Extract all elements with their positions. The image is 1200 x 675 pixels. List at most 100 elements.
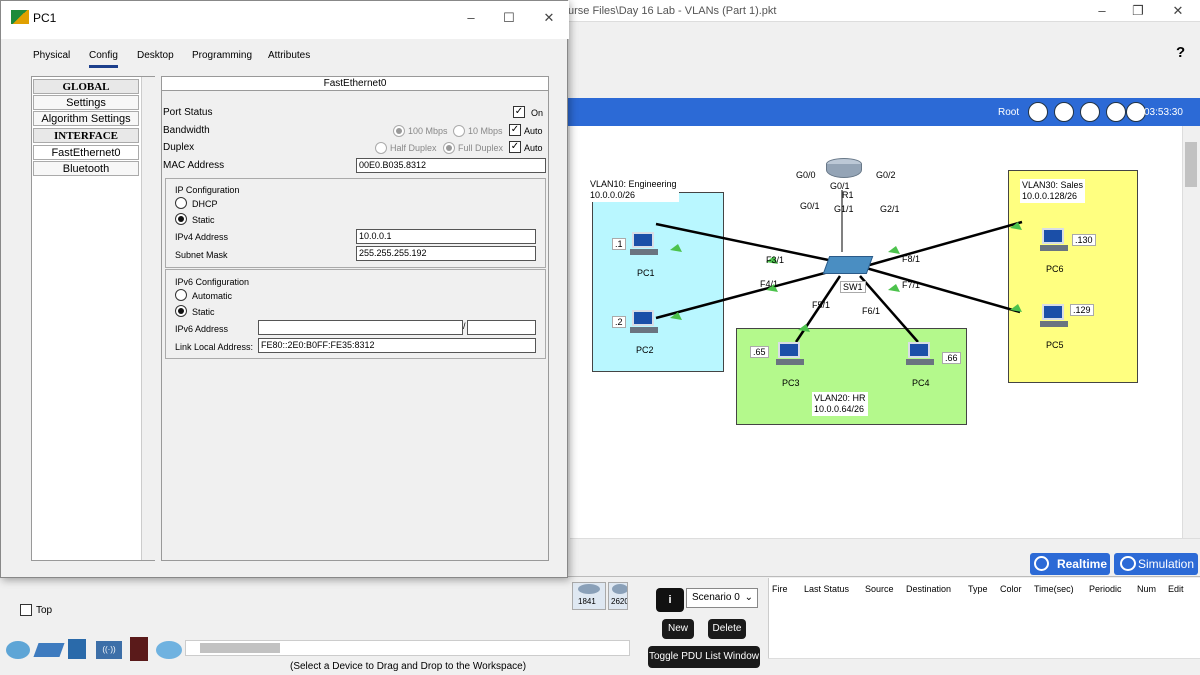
clock-icon — [1034, 556, 1049, 571]
simulation-button[interactable]: Simulation — [1114, 553, 1198, 575]
main-window-title: urse Files\Day 16 Lab - VLANs (Part 1).p… — [568, 5, 777, 17]
ipv6-address-field[interactable] — [258, 320, 463, 335]
pc4-label: PC4 — [912, 378, 930, 388]
pc1-label: PC1 — [637, 268, 655, 278]
sidebar-item-algorithm-settings[interactable]: Algorithm Settings — [33, 111, 139, 126]
links-layer — [655, 190, 1023, 343]
back-icon[interactable] — [1028, 102, 1048, 122]
ipv6-group-label: IPv6 Configuration — [175, 277, 250, 287]
pc3-ip: .65 — [750, 346, 769, 358]
tab-attributes[interactable]: Attributes — [268, 50, 310, 61]
subnet-mask-field[interactable]: 255.255.255.192 — [356, 246, 536, 261]
sidebar-item-bluetooth[interactable]: Bluetooth — [33, 161, 139, 176]
delete-pdu-button[interactable]: Delete — [708, 619, 746, 639]
dialog-titlebar: PC1 – ☐ ✕ — [1, 1, 569, 39]
stopwatch-icon — [1120, 556, 1136, 571]
tab-programming[interactable]: Programming — [192, 50, 252, 61]
hub-category-icon[interactable] — [68, 639, 86, 659]
realtime-label: Realtime — [1056, 557, 1107, 571]
tab-config[interactable]: Config — [89, 50, 118, 68]
link-local-field[interactable]: FE80::2E0:B0FF:FE35:8312 — [258, 338, 536, 353]
workspace-hscroll[interactable] — [570, 538, 1200, 552]
pdu-header-destination: Destination — [906, 584, 952, 594]
full-duplex-radio[interactable] — [443, 142, 455, 154]
image-icon[interactable] — [1106, 102, 1126, 122]
sidebar-item-fastethernet0[interactable]: FastEthernet0 — [33, 145, 139, 160]
cloud-icon[interactable] — [1054, 102, 1074, 122]
device-1841[interactable]: 1841 — [572, 582, 606, 610]
top-checkbox[interactable] — [20, 604, 32, 616]
mac-address-field[interactable]: 00E0.B035.8312 — [356, 158, 546, 173]
bandwidth-100-radio[interactable] — [393, 125, 405, 137]
workspace-vscroll-thumb[interactable] — [1185, 142, 1197, 187]
security-category-icon[interactable] — [130, 637, 148, 661]
sidebar-header-interface: INTERFACE — [33, 128, 139, 143]
info-icon[interactable]: i — [656, 588, 684, 612]
wan-category-icon[interactable] — [156, 641, 182, 659]
sidebar-item-settings[interactable]: Settings — [33, 95, 139, 110]
router-port-g02: G0/2 — [876, 170, 896, 180]
ipv4-dhcp-radio[interactable] — [175, 197, 187, 209]
dialog-minimize-button[interactable]: – — [451, 7, 491, 29]
pc2-ip: .2 — [612, 316, 626, 328]
mac-address-label: MAC Address — [163, 160, 225, 171]
router-port-g01: G0/1 — [830, 181, 850, 191]
ipv4-address-field[interactable]: 10.0.0.1 — [356, 229, 536, 244]
pdu-hscroll[interactable] — [768, 658, 1200, 675]
tab-desktop[interactable]: Desktop — [137, 50, 174, 61]
ipv4-static-radio[interactable] — [175, 213, 187, 225]
pdu-header-fire: Fire — [772, 584, 788, 594]
pc4-icon[interactable] — [906, 342, 934, 366]
model-label: 1841 — [578, 597, 596, 606]
restore-button[interactable]: ❐ — [1118, 0, 1158, 22]
bandwidth-10-radio[interactable] — [453, 125, 465, 137]
help-icon[interactable]: ? — [1176, 44, 1185, 61]
device-categories: ((·)) — [0, 637, 185, 667]
ipv6-automatic-radio[interactable] — [175, 289, 187, 301]
pc5-icon[interactable] — [1040, 304, 1068, 328]
duplex-auto-checkbox[interactable]: ✓ — [509, 141, 521, 153]
device-2620[interactable]: 2620 — [608, 582, 628, 610]
half-duplex-radio[interactable] — [375, 142, 387, 154]
port-status-checkbox[interactable]: ✓ — [513, 106, 525, 118]
pc2-icon[interactable] — [630, 310, 658, 334]
ipv6-static-radio[interactable] — [175, 305, 187, 317]
router-r1[interactable] — [826, 158, 862, 182]
bandwidth-auto-checkbox[interactable]: ✓ — [509, 124, 521, 136]
switch-name: SW1 — [840, 281, 866, 293]
pc1-icon[interactable] — [630, 232, 658, 256]
pc6-icon[interactable] — [1040, 228, 1068, 252]
pdu-header-last-status: Last Status — [804, 584, 850, 594]
dialog-maximize-button[interactable]: ☐ — [489, 7, 529, 29]
realtime-button[interactable]: Realtime — [1030, 553, 1110, 575]
clock-icon[interactable] — [1126, 102, 1146, 122]
minimize-button[interactable]: – — [1082, 0, 1122, 22]
pc2-label: PC2 — [636, 345, 654, 355]
router-icon — [578, 584, 600, 594]
close-button[interactable]: ✕ — [1158, 0, 1198, 22]
scenario-select[interactable]: Scenario 0 ⌄ — [686, 588, 758, 608]
move-icon[interactable] — [1080, 102, 1100, 122]
chevron-down-icon: ⌄ — [744, 592, 753, 603]
ipv6-automatic-label: Automatic — [192, 291, 233, 301]
port-status-on-label: On — [531, 108, 544, 118]
router-category-icon[interactable] — [6, 641, 30, 659]
tab-physical[interactable]: Physical — [33, 50, 70, 61]
pc-app-icon — [11, 10, 29, 24]
root-label[interactable]: Root — [998, 107, 1019, 118]
ipv6-prefix-field[interactable] — [467, 320, 536, 335]
new-pdu-button[interactable]: New — [662, 619, 694, 639]
device-list-hscroll-thumb[interactable] — [200, 643, 280, 653]
switch-sw1[interactable] — [822, 256, 874, 274]
dialog-close-button[interactable]: ✕ — [529, 7, 569, 29]
sidebar-scrollbar[interactable] — [141, 77, 155, 560]
pc3-icon[interactable] — [776, 342, 804, 366]
top-label: Top — [36, 605, 53, 616]
ipv4-dhcp-label: DHCP — [192, 199, 218, 209]
wireless-category-icon[interactable]: ((·)) — [96, 641, 122, 659]
switch-category-icon[interactable] — [33, 643, 65, 657]
pc1-ip: .1 — [612, 238, 626, 250]
toggle-pdu-list-button[interactable]: Toggle PDU List Window — [648, 646, 760, 668]
sidebar-header-global: GLOBAL — [33, 79, 139, 94]
workspace-vscroll[interactable] — [1182, 126, 1200, 538]
